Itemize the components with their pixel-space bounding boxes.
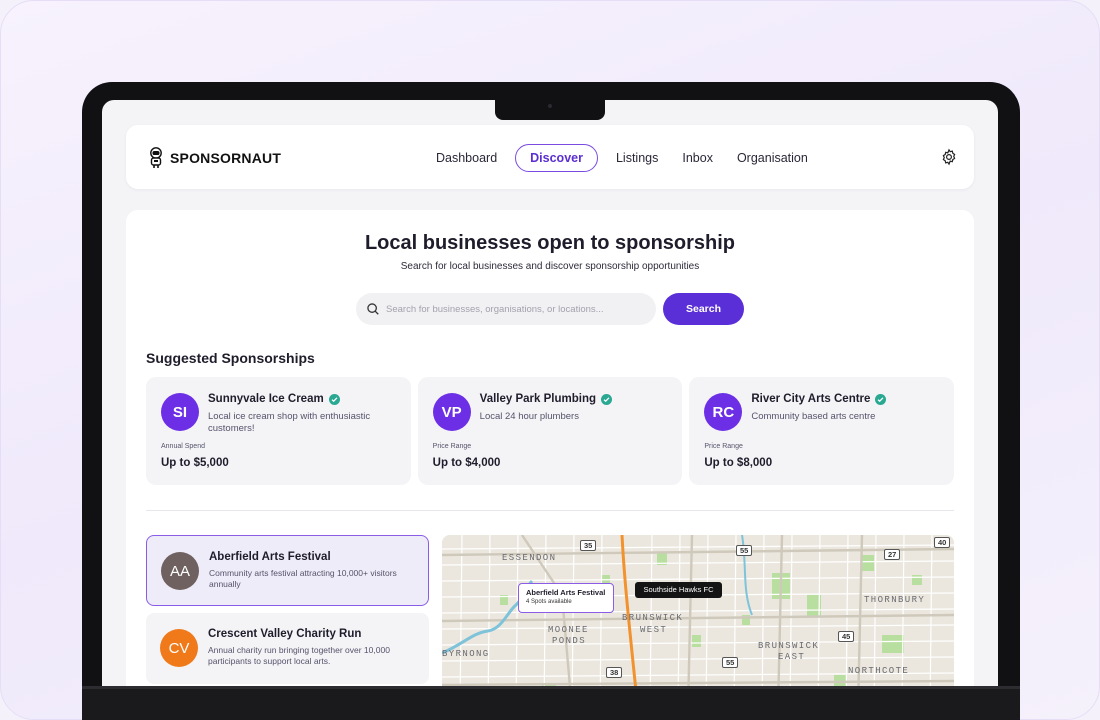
listing-list: AA Aberfield Arts Festival Community art… bbox=[146, 535, 429, 686]
list-item[interactable]: CV Crescent Valley Charity Run Annual ch… bbox=[146, 613, 429, 684]
avatar: RC bbox=[704, 393, 743, 431]
map-label: EAST bbox=[778, 652, 806, 662]
map-label: ESSENDON bbox=[502, 553, 557, 563]
card-description: Local 24 hour plumbers bbox=[479, 411, 579, 422]
nav-dashboard[interactable]: Dashboard bbox=[424, 145, 509, 171]
verified-icon bbox=[328, 393, 340, 405]
suggestion-card[interactable]: RC River City Arts Centre Community base… bbox=[689, 377, 955, 485]
card-name: Valley Park Plumbing bbox=[479, 393, 596, 405]
avatar: SI bbox=[161, 393, 199, 431]
card-metric-label: Price Range bbox=[432, 443, 472, 450]
map-pin-selected[interactable]: Aberfield Arts Festival 4 Spots availabl… bbox=[518, 583, 614, 613]
route-shield: 55 bbox=[736, 545, 753, 556]
route-shield: 27 bbox=[884, 549, 901, 560]
card-name: Sunnyvale Ice Cream bbox=[208, 393, 324, 405]
search-button[interactable]: Search bbox=[663, 293, 744, 325]
laptop-frame: SPONSORNAUT Dashboard Discover Listings … bbox=[82, 82, 1020, 720]
card-metric-value: Up to $5,000 bbox=[161, 457, 229, 469]
card-description: Local ice cream shop with enthusiastic c… bbox=[208, 411, 371, 434]
list-item[interactable]: AA Aberfield Arts Festival Community art… bbox=[146, 535, 429, 606]
laptop-base bbox=[82, 686, 1020, 720]
discover-panel: Local businesses open to sponsorship Sea… bbox=[126, 210, 974, 686]
card-name-row: River City Arts Centre bbox=[751, 393, 887, 405]
list-item-description: Annual charity run bringing together ove… bbox=[208, 645, 390, 666]
route-shield: 45 bbox=[838, 631, 855, 642]
map-label: BRUNSWICK bbox=[758, 641, 820, 651]
nav-inbox[interactable]: Inbox bbox=[670, 145, 725, 171]
map-label: THORNBURY bbox=[864, 595, 926, 605]
nav-discover[interactable]: Discover bbox=[515, 144, 598, 172]
route-shield: 55 bbox=[722, 657, 739, 668]
map-label: MOONEE bbox=[548, 625, 589, 635]
map-label: WEST bbox=[640, 625, 668, 635]
camera-notch bbox=[495, 98, 605, 120]
card-name: River City Arts Centre bbox=[751, 393, 871, 405]
map-label: BRUNSWICK bbox=[622, 613, 684, 623]
list-item-name: Aberfield Arts Festival bbox=[209, 551, 331, 563]
suggestion-card[interactable]: SI Sunnyvale Ice Cream Local ice cream s… bbox=[146, 377, 411, 485]
avatar: VP bbox=[432, 393, 471, 431]
suggestion-card[interactable]: VP Valley Park Plumbing Local 24 hour pl… bbox=[417, 377, 683, 485]
search-bar bbox=[356, 293, 656, 325]
astronaut-icon bbox=[150, 147, 162, 168]
route-shield: 38 bbox=[606, 667, 623, 678]
gear-icon[interactable] bbox=[940, 148, 958, 166]
pin-title: Aberfield Arts Festival bbox=[526, 588, 606, 597]
map-view[interactable]: ESSENDON MOONEE PONDS BRUNSWICK WEST BRU… bbox=[442, 535, 954, 686]
top-navbar: SPONSORNAUT Dashboard Discover Listings … bbox=[126, 125, 974, 189]
nav-organisation[interactable]: Organisation bbox=[725, 145, 820, 171]
route-shield: 40 bbox=[934, 537, 951, 548]
map-label: BYRNONG bbox=[442, 649, 490, 659]
page-title: Local businesses open to sponsorship bbox=[364, 232, 736, 254]
brand-logo[interactable]: SPONSORNAUT bbox=[148, 147, 281, 169]
avatar: AA bbox=[161, 552, 199, 590]
verified-icon bbox=[875, 393, 887, 405]
map-label: NORTHCOTE bbox=[848, 666, 910, 676]
app-screen: SPONSORNAUT Dashboard Discover Listings … bbox=[102, 100, 998, 686]
section-divider bbox=[146, 510, 954, 511]
main-nav: Dashboard Discover Listings Inbox Organi… bbox=[424, 144, 820, 172]
nav-listings[interactable]: Listings bbox=[604, 145, 670, 171]
pin-subtitle: 4 Spots available bbox=[526, 599, 572, 605]
map-pin[interactable]: Southside Hawks FC bbox=[635, 582, 722, 598]
brand-name: SPONSORNAUT bbox=[170, 150, 282, 166]
card-metric-label: Annual Spend bbox=[161, 443, 205, 450]
verified-icon bbox=[601, 393, 612, 405]
avatar: CV bbox=[160, 629, 198, 667]
suggested-title: Suggested Sponsorships bbox=[146, 350, 315, 366]
card-metric-value: Up to $4,000 bbox=[432, 457, 501, 469]
suggested-cards: SI Sunnyvale Ice Cream Local ice cream s… bbox=[146, 377, 955, 485]
list-item-name: Crescent Valley Charity Run bbox=[208, 628, 362, 640]
list-item-description: Community arts festival attracting 10,00… bbox=[209, 568, 397, 589]
route-shield: 35 bbox=[580, 540, 597, 551]
map-label: PONDS bbox=[552, 636, 587, 646]
card-metric-label: Price Range bbox=[704, 443, 743, 450]
search-icon bbox=[367, 303, 379, 315]
page-subtitle: Search for local businesses and discover… bbox=[400, 261, 700, 272]
card-description: Community based arts centre bbox=[751, 411, 876, 422]
search-input[interactable] bbox=[386, 303, 646, 315]
card-name-row: Sunnyvale Ice Cream bbox=[208, 393, 340, 405]
card-metric-value: Up to $8,000 bbox=[704, 457, 773, 469]
card-name-row: Valley Park Plumbing bbox=[480, 393, 612, 405]
